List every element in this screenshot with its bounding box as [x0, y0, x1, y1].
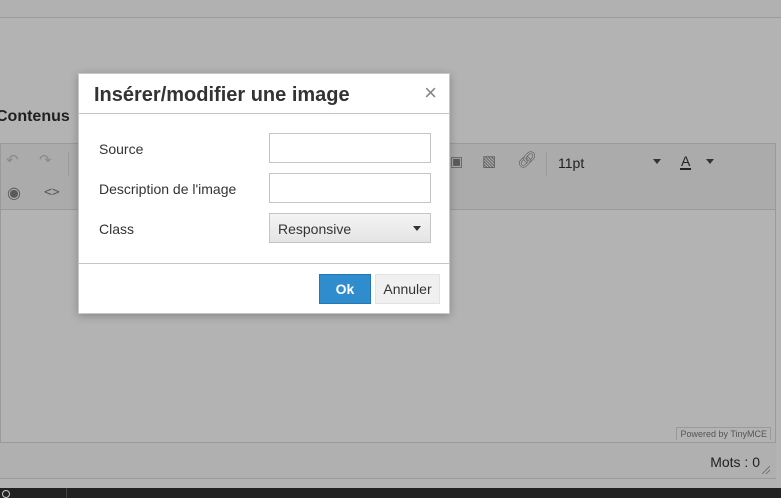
image-dialog: Insérer/modifier une image × Source Desc…	[78, 73, 450, 314]
text-color-button[interactable]: A	[680, 154, 692, 170]
editor-statusbar: Mots : 0	[0, 443, 776, 479]
powered-by-label[interactable]: Powered by TinyMCE	[676, 427, 771, 440]
toolbar-separator	[546, 152, 547, 176]
top-bar	[0, 0, 781, 18]
dialog-title: Insérer/modifier une image	[94, 84, 350, 106]
description-input[interactable]	[269, 173, 431, 203]
chevron-down-icon	[413, 226, 421, 231]
ok-button[interactable]: Ok	[319, 274, 371, 304]
class-select-value: Responsive	[278, 221, 352, 237]
chevron-down-icon[interactable]	[706, 159, 714, 164]
dialog-header: Insérer/modifier une image ×	[79, 74, 449, 114]
circle-icon	[2, 490, 10, 498]
preview-icon[interactable]: ◉	[7, 186, 21, 202]
resize-handle-icon[interactable]	[762, 466, 770, 474]
chevron-down-icon[interactable]	[653, 159, 661, 164]
class-label: Class	[99, 221, 135, 237]
code-icon[interactable]: <>	[44, 186, 60, 199]
divider	[66, 488, 67, 498]
font-size-select[interactable]: 11pt	[558, 155, 584, 171]
class-select[interactable]: Responsive	[269, 213, 431, 243]
undo-icon[interactable]: ↶	[6, 153, 19, 168]
source-label: Source	[99, 141, 144, 157]
close-icon[interactable]: ×	[424, 82, 437, 104]
word-count: Mots : 0	[710, 454, 760, 470]
cancel-button[interactable]: Annuler	[375, 274, 440, 304]
link-icon[interactable]: 🔗︎	[517, 153, 537, 169]
source-input[interactable]	[269, 133, 431, 163]
description-label: Description de l'image	[99, 181, 237, 197]
toolbar-separator	[68, 152, 69, 176]
dialog-footer: Ok Annuler	[79, 263, 449, 313]
search-replace-icon[interactable]: ▣	[450, 154, 463, 168]
redo-icon[interactable]: ↷	[39, 153, 52, 168]
image-icon[interactable]: ▧	[482, 154, 496, 169]
bottom-bar	[0, 488, 781, 498]
section-title: Contenus	[0, 108, 70, 125]
